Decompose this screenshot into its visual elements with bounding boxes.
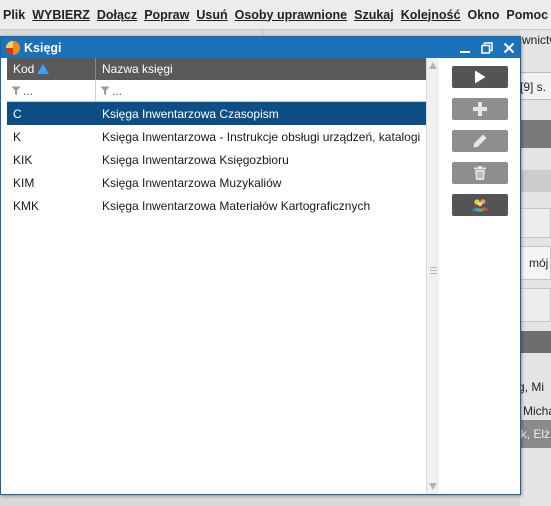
ksiegi-dialog: Księgi Kod Nazwa księgi ... ... C Księga…	[0, 36, 521, 495]
cell-nazwa: Księga Inwentarzowa Muzykaliów	[102, 175, 282, 190]
sort-ascending-icon	[37, 64, 50, 74]
menu-pomoc[interactable]: Pomoc	[506, 8, 548, 22]
vertical-scrollbar[interactable]	[426, 58, 439, 494]
menu-szukaj-label: Szukaj	[354, 7, 394, 22]
dialog-titlebar[interactable]: Księgi	[1, 37, 520, 58]
menu-dolacz[interactable]: Dołącz	[97, 8, 137, 22]
users-icon	[472, 199, 488, 212]
column-header-nazwa[interactable]: Nazwa księgi	[96, 58, 426, 80]
trash-icon	[474, 166, 486, 180]
plus-icon	[473, 102, 487, 116]
background-text: Micha	[523, 404, 551, 418]
filter-kod-value: ...	[23, 83, 34, 98]
background-text: mój	[529, 256, 549, 270]
cell-kod: C	[13, 106, 22, 121]
table-row[interactable]: KMK Księga Inwentarzowa Materiałów Karto…	[7, 194, 426, 217]
table-row[interactable]: C Księga Inwentarzowa Czasopism	[7, 102, 426, 125]
cell-nazwa: Księga Inwentarzowa Materiałów Kartograf…	[102, 198, 371, 213]
cell-nazwa: Księga Inwentarzowa Księgozbioru	[102, 152, 289, 167]
menu-kolejnosc-label: Kolejność	[400, 7, 461, 22]
cell-nazwa: Księga Inwentarzowa Czasopism	[102, 106, 279, 121]
column-header-nazwa-label: Nazwa księgi	[102, 62, 173, 76]
menu-osoby-label: Osoby uprawnione	[234, 7, 348, 22]
background-text: [9] s.	[520, 80, 547, 94]
pencil-icon	[473, 134, 487, 148]
menu-dolacz-label: Dołącz	[96, 7, 138, 22]
background-header	[520, 120, 551, 148]
minimize-icon[interactable]	[454, 37, 476, 58]
cell-kod: KMK	[13, 198, 40, 213]
select-button[interactable]	[452, 66, 508, 88]
filter-icon	[11, 86, 21, 95]
app-logo-icon	[6, 40, 20, 55]
cell-kod: K	[13, 129, 22, 144]
background-text: wnictw	[522, 33, 551, 47]
users-button[interactable]	[452, 194, 508, 216]
scroll-down-icon[interactable]	[429, 483, 437, 490]
filter-kod-input[interactable]: ...	[7, 80, 96, 101]
menu-popraw-label: Popraw	[144, 7, 190, 22]
table-header: Kod Nazwa księgi	[7, 58, 426, 80]
filter-nazwa-value: ...	[112, 83, 123, 98]
scroll-up-icon[interactable]	[429, 62, 437, 69]
cell-nazwa: Księga Inwentarzowa - Instrukcje obsługi…	[102, 129, 421, 144]
action-buttons	[452, 66, 508, 226]
cell-kod: KIM	[13, 175, 35, 190]
menu-usun[interactable]: Usuń	[196, 8, 227, 22]
menu-wybierz[interactable]: WYBIERZ	[32, 8, 90, 22]
menu-szukaj[interactable]: Szukaj	[354, 8, 394, 22]
table-row[interactable]: KIK Księga Inwentarzowa Księgozbioru	[7, 148, 426, 171]
delete-button[interactable]	[452, 162, 508, 184]
menu-wybierz-label: WYBIERZ	[32, 7, 90, 22]
filter-nazwa-input[interactable]: ...	[96, 80, 426, 101]
table-row[interactable]: KIM Księga Inwentarzowa Muzykaliów	[7, 171, 426, 194]
edit-button[interactable]	[452, 130, 508, 152]
menu-popraw[interactable]: Popraw	[144, 8, 189, 22]
filter-row: ... ...	[7, 80, 426, 102]
dialog-content: Kod Nazwa księgi ... ... C Księga Inwent…	[1, 58, 520, 494]
background-field-3	[520, 288, 551, 322]
restore-icon[interactable]	[476, 37, 498, 58]
menu-bar: Plik WYBIERZ Dołącz Popraw Usuń Osoby up…	[0, 0, 551, 30]
add-button[interactable]	[452, 98, 508, 120]
window-controls	[454, 37, 520, 58]
background-field	[520, 208, 551, 238]
play-icon	[475, 70, 486, 84]
menu-okno[interactable]: Okno	[467, 8, 499, 22]
menu-plik[interactable]: Plik	[3, 8, 25, 22]
scroll-grip-icon[interactable]	[430, 267, 437, 276]
dialog-title: Księgi	[24, 40, 62, 55]
close-icon[interactable]	[498, 37, 520, 58]
menu-osoby-uprawnione[interactable]: Osoby uprawnione	[235, 8, 348, 22]
cell-kod: KIK	[13, 152, 33, 167]
menu-usun-label: Usuń	[196, 7, 228, 22]
column-header-kod[interactable]: Kod	[7, 58, 96, 80]
background-bar	[520, 170, 551, 192]
menu-kolejnosc[interactable]: Kolejność	[401, 8, 461, 22]
ksiegi-table: Kod Nazwa księgi ... ... C Księga Inwent…	[7, 58, 426, 494]
background-header-2	[520, 331, 551, 353]
table-row[interactable]: K Księga Inwentarzowa - Instrukcje obsłu…	[7, 125, 426, 148]
filter-icon	[100, 86, 110, 95]
column-header-kod-label: Kod	[13, 62, 35, 76]
